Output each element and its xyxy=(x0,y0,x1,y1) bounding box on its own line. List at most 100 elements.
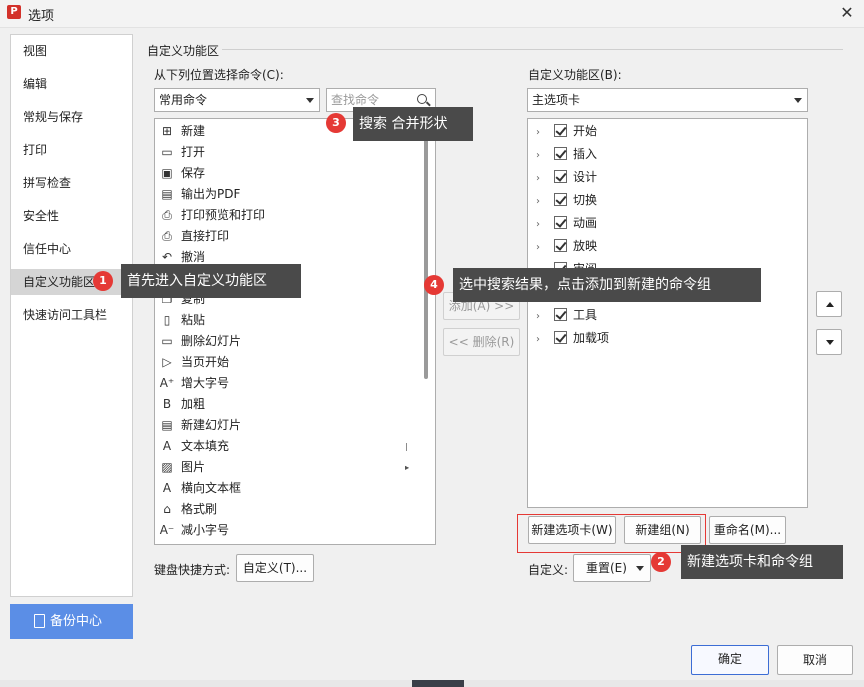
annotation-tip-1: 首先进入自定义功能区 xyxy=(121,264,301,298)
command-item[interactable]: A 横向文本框 xyxy=(159,478,241,499)
ribbon-tab-item[interactable]: › 动画 xyxy=(536,212,597,235)
search-icon[interactable] xyxy=(417,94,427,104)
tab-checkbox[interactable] xyxy=(554,216,567,229)
command-item[interactable]: B 加粗 xyxy=(159,394,205,415)
close-icon[interactable]: ✕ xyxy=(836,2,858,24)
command-item[interactable]: A 文本填充 |▸ xyxy=(159,436,409,472)
command-label: 删除幻灯片 xyxy=(181,334,242,348)
ribbon-tab-label: 工具 xyxy=(573,308,598,322)
command-item[interactable]: ⎙ 直接打印 xyxy=(159,226,229,247)
command-label: 文本填充 xyxy=(181,439,230,453)
command-item[interactable]: ▷ 当页开始 xyxy=(159,352,229,373)
command-item[interactable]: ▭ 删除幻灯片 xyxy=(159,331,241,352)
command-item[interactable]: ▤ 新建幻灯片 xyxy=(159,415,241,436)
expand-chevron-icon[interactable]: › xyxy=(536,236,546,259)
commands-source-select[interactable]: 常用命令 xyxy=(154,88,320,112)
ribbon-tab-item[interactable]: › 插入 xyxy=(536,143,597,166)
keyboard-customize-button[interactable]: 自定义(T)... xyxy=(236,554,314,582)
ribbon-tab-item[interactable]: › 放映 xyxy=(536,235,597,258)
ok-button[interactable]: 确定 xyxy=(691,645,769,675)
command-item[interactable]: A⁺ 增大字号 xyxy=(159,373,229,394)
textbox-icon: A xyxy=(162,481,172,495)
ribbon-tab-label: 加载项 xyxy=(573,331,610,345)
text-fill-icon: A xyxy=(162,439,172,453)
ribbon-tab-item[interactable]: › 加载项 xyxy=(536,327,609,350)
ribbon-tabs-select[interactable]: 主选项卡 xyxy=(527,88,808,112)
expand-chevron-icon[interactable]: › xyxy=(536,121,546,144)
expand-chevron-icon[interactable]: › xyxy=(536,305,546,328)
tab-checkbox[interactable] xyxy=(554,193,567,206)
command-label: 保存 xyxy=(181,166,206,180)
title-bar xyxy=(0,0,864,28)
tab-checkbox[interactable] xyxy=(554,124,567,137)
ribbon-tab-item[interactable]: › 工具 xyxy=(536,304,597,327)
command-label: 打印预览和打印 xyxy=(181,208,266,222)
tab-checkbox[interactable] xyxy=(554,331,567,344)
annotation-badge-2: 2 xyxy=(651,552,671,572)
command-item[interactable]: ▭ 打开 xyxy=(159,142,205,163)
expand-chevron-icon[interactable]: › xyxy=(536,144,546,167)
submenu-arrow-icon: ▸ xyxy=(405,463,410,472)
section-title: 自定义功能区 xyxy=(147,44,220,58)
backup-center-label: 备份中心 xyxy=(50,614,103,629)
expand-chevron-icon[interactable]: › xyxy=(536,328,546,351)
command-list[interactable]: ⊞新建▭打开▣保存▤输出为PDF⎙打印预览和打印⎙直接打印↶撤消↷恢复❐复制▯粘… xyxy=(154,118,436,545)
ribbon-tab-item[interactable]: › 设计 xyxy=(536,166,597,189)
command-label: 格式刷 xyxy=(181,502,218,516)
new-icon: ⊞ xyxy=(161,124,173,138)
nav-item-spellcheck[interactable]: 拼写检查 xyxy=(11,170,132,196)
annotation-tip-2: 新建选项卡和命令组 xyxy=(681,545,843,579)
ribbon-tab-label: 设计 xyxy=(573,170,598,184)
search-placeholder: 查找命令 xyxy=(331,93,380,107)
ribbon-tab-item[interactable]: › 开始 xyxy=(536,120,597,143)
ribbon-tab-label: 插入 xyxy=(573,147,598,161)
command-item[interactable]: ▤ 输出为PDF xyxy=(159,184,240,205)
cancel-button[interactable]: 取消 xyxy=(777,645,853,675)
ribbon-tab-tree[interactable]: ›开始›插入›设计›切换›动画›放映›审阅›视图›工具›加载项 xyxy=(527,118,808,508)
rename-button[interactable]: 重命名(M)... xyxy=(709,516,786,544)
remove-button[interactable]: << 删除(R) xyxy=(443,328,520,356)
nav-item-customize-ribbon[interactable]: 自定义功能区 xyxy=(11,269,132,295)
expand-chevron-icon[interactable]: › xyxy=(536,213,546,236)
nav-item-view[interactable]: 视图 xyxy=(11,38,132,64)
annotation-badge-4: 4 xyxy=(424,275,444,295)
print-preview-icon: ⎙ xyxy=(162,208,172,222)
command-label: 粘贴 xyxy=(181,313,206,327)
nav-item-general-save[interactable]: 常规与保存 xyxy=(11,104,132,130)
command-item[interactable]: ⌂ 格式刷 xyxy=(159,499,217,520)
command-item[interactable]: ▨ 图片 ▸ xyxy=(159,457,409,478)
ribbon-tab-label: 动画 xyxy=(573,216,598,230)
command-item[interactable]: ▯ 粘贴 xyxy=(159,310,205,331)
tab-checkbox[interactable] xyxy=(554,239,567,252)
tab-checkbox[interactable] xyxy=(554,308,567,321)
nav-item-quick-access[interactable]: 快速访问工具栏 xyxy=(11,302,132,328)
nav-item-trust-center[interactable]: 信任中心 xyxy=(11,236,132,262)
command-label: 加粗 xyxy=(181,397,206,411)
ribbon-tab-item[interactable]: › 切换 xyxy=(536,189,597,212)
move-down-button[interactable] xyxy=(816,329,842,355)
nav-item-security[interactable]: 安全性 xyxy=(11,203,132,229)
command-item[interactable]: A⁻ 减小字号 xyxy=(159,520,229,541)
command-label: 减小字号 xyxy=(181,523,230,537)
backup-center-button[interactable]: 备份中心 xyxy=(10,604,133,639)
command-item[interactable]: ⎙ 打印预览和打印 xyxy=(159,205,265,226)
command-item[interactable]: ⊞ 新建 xyxy=(159,121,205,142)
command-label: 直接打印 xyxy=(181,229,230,243)
expand-chevron-icon[interactable]: › xyxy=(536,167,546,190)
reset-button[interactable]: 重置(E) xyxy=(573,554,651,582)
commands-source-value: 常用命令 xyxy=(159,93,208,107)
paste-icon: ▯ xyxy=(163,313,171,327)
arrow-up-icon xyxy=(826,302,834,307)
expand-chevron-icon[interactable]: › xyxy=(536,190,546,213)
command-item[interactable]: ▣ 保存 xyxy=(159,163,205,184)
nav-item-edit[interactable]: 编辑 xyxy=(11,71,132,97)
tab-checkbox[interactable] xyxy=(554,170,567,183)
move-up-button[interactable] xyxy=(816,291,842,317)
annotation-badge-3: 3 xyxy=(326,113,346,133)
nav-item-print[interactable]: 打印 xyxy=(11,137,132,163)
tab-checkbox[interactable] xyxy=(554,147,567,160)
command-list-scrollbar[interactable] xyxy=(424,124,428,379)
save-icon: ▣ xyxy=(161,166,173,180)
highlight-rectangle xyxy=(517,514,706,553)
command-label: 撤消 xyxy=(181,250,206,264)
